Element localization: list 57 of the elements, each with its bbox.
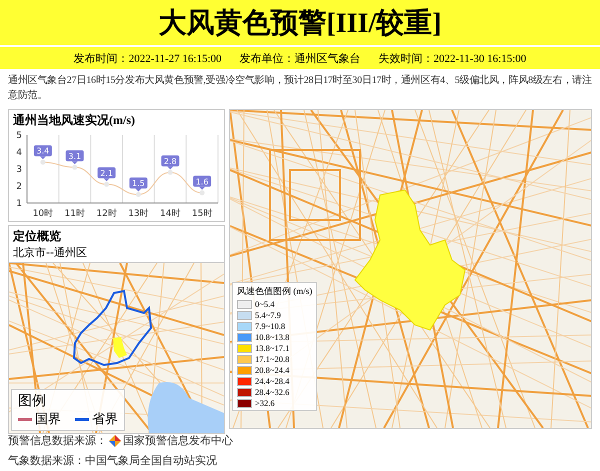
- warning-title: 大风黄色预警[III/较重]: [158, 6, 442, 40]
- x-axis-label: 15时: [192, 209, 212, 219]
- legend-label: 17.1~20.8: [255, 354, 290, 364]
- data-label: 2.1: [98, 167, 116, 182]
- data-label: 2.1: [100, 168, 113, 178]
- y-tick-label: 3: [16, 165, 22, 175]
- data-point: [200, 190, 205, 196]
- info-text: 失效时间：2022-11-30 16:15:00: [378, 52, 526, 66]
- data-point: [136, 192, 141, 197]
- legend-label: 0~5.4: [255, 299, 274, 309]
- y-axis: 1 2 3 4 5: [16, 131, 28, 209]
- panel-title: 定位概览: [12, 228, 62, 245]
- source-label: 气象数据来源：: [8, 453, 85, 468]
- data-point: [168, 170, 173, 175]
- data-label: 3.1: [68, 152, 82, 161]
- warning-description: 通州区气象台27日16时15分发布大风黄色预警,受强冷空气影响，预计28日17时至30日17时，通州区有4、5级偏北风，阵风8级左右，请注意防范。: [7, 74, 593, 103]
- data-label: 2.8: [161, 155, 180, 170]
- x-axis-label: 11时: [64, 209, 85, 219]
- source-label: 预警信息数据来源：: [8, 433, 107, 448]
- legend-label: 7.9~10.8: [255, 321, 286, 331]
- legend-label: 24.4~28.4: [255, 376, 290, 386]
- info-text: 发布时间：2022-11-27 16:15:00: [74, 52, 222, 66]
- legend-title: 风速色值图例 (m/s): [237, 285, 312, 298]
- legend-label: 20.8~24.4: [255, 365, 290, 375]
- legend-label: 10.8~13.8: [255, 332, 290, 342]
- legend-label: 省界: [92, 411, 118, 428]
- data-label: 3.4: [36, 146, 50, 156]
- panel-title: 通州当地风速实况(m/s): [12, 112, 136, 129]
- y-tick-label: 5: [16, 131, 22, 141]
- x-axis-label: 10时: [32, 209, 54, 219]
- x-axis-label: 12时: [96, 209, 117, 219]
- source-value: 国家预警信息发布中心: [123, 433, 233, 448]
- legend-label: >32.6: [255, 398, 275, 408]
- data-point: [72, 164, 78, 170]
- legend-label: 28.4~32.6: [255, 387, 290, 397]
- data-label: 3.1: [66, 150, 84, 164]
- data-label: 1.5: [132, 179, 145, 188]
- y-tick-label: 4: [16, 148, 22, 158]
- data-label: 1.6: [196, 177, 208, 186]
- data-label: 1.6: [193, 176, 212, 190]
- data-point: [104, 182, 110, 187]
- data-label: 1.5: [129, 178, 148, 192]
- info-text: 发布单位：通州区气象台: [240, 52, 360, 66]
- legend-label: 5.4~7.9: [255, 310, 281, 320]
- y-tick-label: 2: [16, 182, 22, 192]
- legend-title: 图例: [18, 392, 47, 410]
- x-axis-label: 13时: [128, 209, 149, 219]
- data-point: [40, 160, 46, 165]
- data-label: 3.4: [34, 145, 52, 160]
- data-label: 2.8: [164, 156, 177, 166]
- y-tick-label: 1: [16, 199, 22, 209]
- diamond-logo-icon: [109, 434, 121, 446]
- source-value: 中国气象局全国自动站实况: [85, 453, 217, 468]
- legend-label: 国界: [35, 411, 61, 428]
- location-text: 北京市--通州区: [12, 245, 88, 261]
- legend-label: 13.8~17.1: [255, 343, 290, 353]
- x-axis-label: 14时: [160, 209, 180, 219]
